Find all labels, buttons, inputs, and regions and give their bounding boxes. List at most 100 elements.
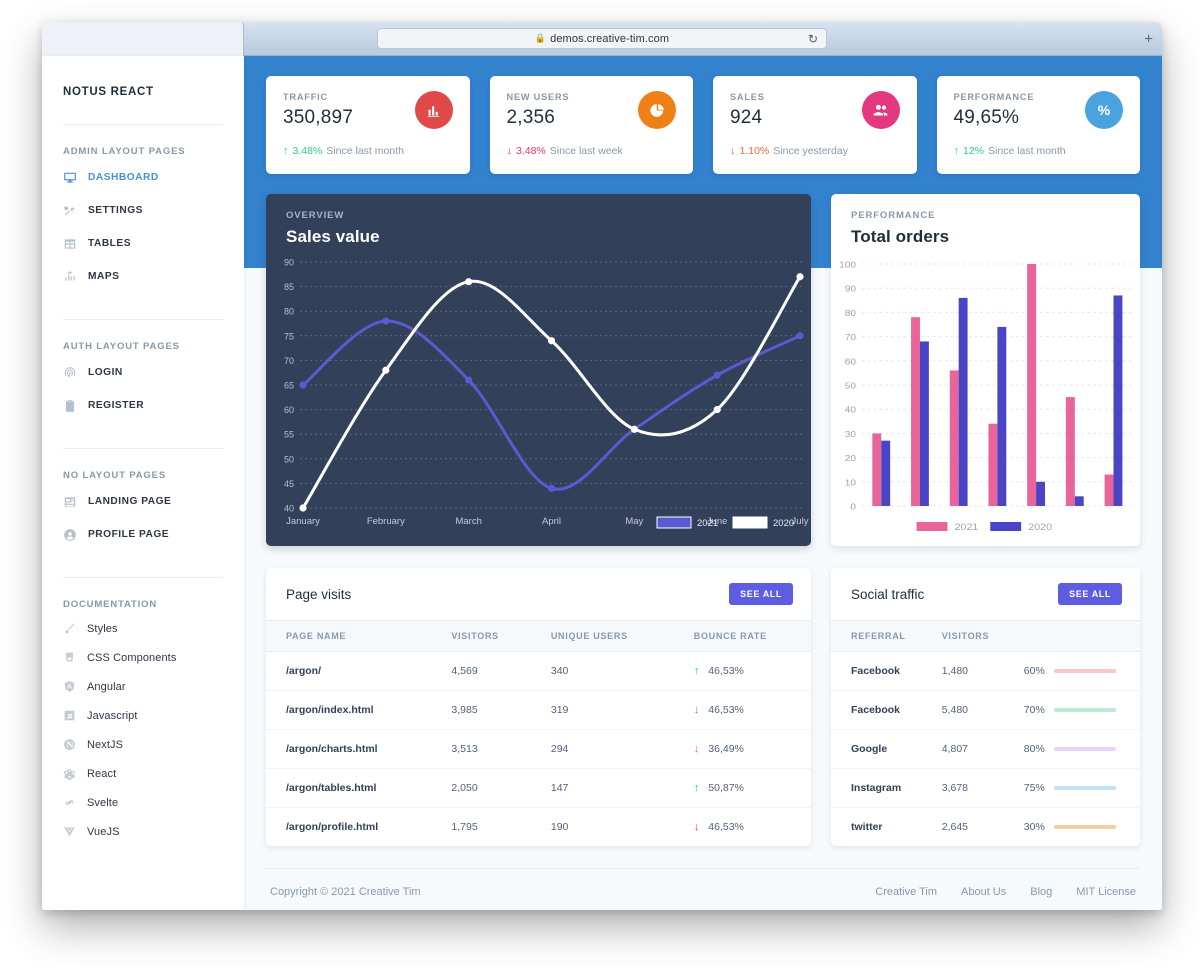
stat-footer: ↓ 1.10% Since yesterday	[730, 145, 900, 157]
svg-text:45: 45	[284, 479, 294, 489]
percent-label: 80%	[1023, 743, 1045, 755]
bounce-value: 46,53%	[708, 821, 744, 833]
bounce-value: 46,53%	[708, 704, 744, 716]
column-header: REFERRAL	[831, 620, 922, 652]
browser-window: 🔒 demos.creative-tim.com ↻ + NOTUS REACT…	[42, 22, 1162, 910]
cell-visitors: 5,480	[921, 690, 1004, 730]
new-tab-button[interactable]: +	[1144, 30, 1153, 47]
sidebar-item-tables[interactable]: TABLES	[42, 227, 244, 260]
page-visits-see-all-button[interactable]: SEE ALL	[729, 583, 793, 605]
svg-text:2021: 2021	[955, 523, 979, 533]
sidebar-item-dashboard[interactable]: DASHBOARD	[42, 161, 244, 194]
user-circle-icon	[63, 528, 77, 542]
trend-arrow-icon: ↓	[730, 144, 736, 157]
cell-page-name: /argon/	[266, 651, 432, 691]
table-row: /argon/profile.html 1,795 190 ↓ 46,53%	[266, 808, 811, 847]
svg-text:0: 0	[850, 502, 856, 511]
svg-text:50: 50	[845, 381, 856, 390]
svg-text:20: 20	[845, 454, 856, 463]
cell-bounce-rate: ↓ 46,53%	[673, 690, 811, 730]
svg-text:May: May	[625, 516, 643, 527]
sidebar-item-login[interactable]: LOGIN	[42, 356, 244, 389]
cell-percentage: 75%	[1003, 768, 1140, 808]
footer-link-about-us[interactable]: About Us	[961, 886, 1006, 898]
url-text: demos.creative-tim.com	[550, 32, 670, 45]
reload-icon[interactable]: ↻	[808, 32, 818, 46]
social-traffic-title: Social traffic	[851, 586, 925, 602]
cell-percentage: 30%	[1004, 808, 1140, 847]
table-row: /argon/tables.html 2,050 147 ↑ 50,87%	[266, 768, 811, 808]
table-row: Facebook 5,480 70%	[831, 690, 1140, 730]
sidebar-item-svelte[interactable]: Svelte	[42, 788, 244, 817]
table-row: Instagram 3,678 75%	[831, 768, 1140, 808]
main-content: TRAFFIC 350,897 ↑ 3.48% Since last month NEW …	[244, 56, 1162, 910]
sidebar-section-title: NO LAYOUT PAGES	[63, 470, 167, 481]
stat-period: Since yesterday	[773, 145, 848, 157]
browser-tab[interactable]	[42, 22, 244, 56]
sidebar-item-landing-page[interactable]: LANDING PAGE	[42, 485, 244, 518]
sidebar-item-maps[interactable]: MAPS	[42, 260, 244, 293]
sidebar-item-nextjs[interactable]: NextJS	[42, 730, 244, 759]
sidebar-item-vuejs[interactable]: VueJS	[42, 817, 244, 846]
sidebar-item-styles[interactable]: Styles	[42, 614, 244, 643]
tools-icon	[63, 204, 77, 218]
sidebar-item-register[interactable]: REGISTER	[42, 389, 244, 422]
sidebar-item-label: Styles	[87, 622, 118, 635]
fingerprint-icon	[63, 366, 77, 380]
sidebar-item-profile-page[interactable]: PROFILE PAGE	[42, 518, 244, 551]
stat-delta: 3.48%	[516, 145, 546, 157]
sidebar-item-css-components[interactable]: CSS Components	[42, 643, 244, 672]
sidebar-item-javascript[interactable]: Javascript	[42, 701, 244, 730]
stat-period: Since last week	[549, 145, 623, 157]
address-bar[interactable]: 🔒 demos.creative-tim.com ↻	[377, 28, 827, 49]
sidebar-item-label: Javascript	[87, 709, 138, 722]
sidebar-item-label: MAPS	[88, 271, 120, 282]
svg-text:January: January	[286, 516, 320, 527]
cell-referral: twitter	[851, 821, 883, 833]
footer-link-blog[interactable]: Blog	[1030, 886, 1052, 898]
cell-unique-users: 294	[530, 729, 674, 769]
table-header-row: REFERRAL VISITORS	[831, 620, 1140, 652]
lock-icon: 🔒	[534, 33, 547, 43]
brand-title[interactable]: NOTUS REACT	[42, 56, 244, 98]
monitor-icon	[63, 171, 77, 185]
progress-bar	[1053, 786, 1116, 790]
percent-icon: %	[1085, 91, 1123, 129]
sidebar-item-label: REGISTER	[88, 400, 145, 411]
table-body: /argon/4,569 340 ↑ 46,53%/argon/index.html 3…	[266, 651, 811, 847]
sidebar-item-label: Angular	[87, 680, 126, 693]
cell-visitors: 4,807	[921, 729, 1004, 769]
footer-link-creative-tim[interactable]: Creative Tim	[875, 886, 937, 898]
sidebar-item-angular[interactable]: Angular	[42, 672, 244, 701]
svg-text:40: 40	[845, 405, 856, 414]
sidebar-item-label: NextJS	[87, 738, 124, 751]
cell-unique-users: 147	[530, 768, 674, 808]
sidebar-item-label: Svelte	[87, 796, 119, 809]
trend-arrow-icon: ↑	[953, 144, 960, 157]
sidebar-item-settings[interactable]: SETTINGS	[42, 194, 244, 227]
screenshot-root: 🔒 demos.creative-tim.com ↻ + NOTUS REACT…	[0, 0, 1200, 972]
cell-visitors: 4,569	[431, 651, 531, 691]
svg-text:65: 65	[284, 381, 294, 391]
sidebar-item-react[interactable]: React	[42, 759, 244, 788]
stat-delta: 1.10%	[739, 145, 770, 157]
charts-row: OVERVIEW Sales value 40 45 50 55 60 65 70 75 80 8…	[266, 194, 1140, 546]
newspaper-icon	[63, 495, 77, 509]
stat-delta: 3.48%	[292, 145, 323, 157]
sidebar-section-title: DOCUMENTATION	[63, 599, 158, 610]
sidebar-item-label: DASHBOARD	[88, 172, 159, 183]
table-header-row: PAGE NAME VISITORS UNIQUE USERS BOUNCE RATE	[266, 620, 811, 652]
svg-text:80: 80	[845, 309, 856, 318]
percent-label: 75%	[1023, 782, 1045, 794]
footer-link-mit-license[interactable]: MIT License	[1076, 886, 1136, 898]
card-eyebrow: PERFORMANCE	[851, 210, 936, 221]
cell-unique-users: 340	[530, 651, 674, 691]
social-traffic-see-all-button[interactable]: SEE ALL	[1058, 583, 1122, 605]
svg-text:30: 30	[845, 430, 856, 439]
progress-bar	[1053, 708, 1116, 712]
table-row: Facebook 1,480 60%	[831, 651, 1140, 691]
card-title: Sales value	[286, 227, 380, 246]
cell-visitors: 3,985	[431, 690, 531, 730]
vuejs-icon	[63, 825, 76, 838]
react-icon	[63, 767, 76, 780]
